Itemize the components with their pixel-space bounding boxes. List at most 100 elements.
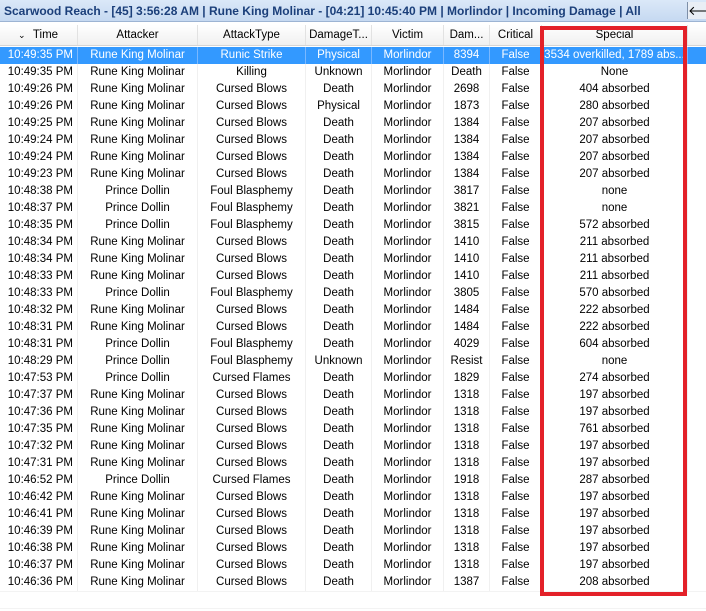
cell-attacker: Prince Dollin	[78, 472, 198, 489]
cell-attacker: Prince Dollin	[78, 353, 198, 370]
column-header-attacker[interactable]: Attacker	[78, 25, 198, 45]
cell-critical: False	[490, 47, 542, 64]
column-header-critical[interactable]: Critical	[490, 25, 542, 45]
cell-time: 10:46:37 PM	[0, 557, 78, 574]
column-header-special[interactable]: Special	[542, 25, 688, 45]
table-row[interactable]: 10:48:33 PM Prince Dollin Foul Blasphemy De…	[0, 285, 706, 302]
table-row[interactable]: 10:49:24 PM Rune King Molinar Cursed Blows…	[0, 132, 706, 149]
table-row[interactable]: 10:46:42 PM Rune King Molinar Cursed Blows…	[0, 489, 706, 506]
table-row[interactable]: 10:48:37 PM Prince Dollin Foul Blasphemy De…	[0, 200, 706, 217]
arrow-left-icon[interactable]: 🡐	[687, 2, 706, 19]
cell-special: none	[542, 183, 688, 200]
table-row[interactable]: 10:49:26 PM Rune King Molinar Cursed Blows…	[0, 98, 706, 115]
column-header-attacktype[interactable]: AttackType	[198, 25, 306, 45]
cell-attacktype: Cursed Blows	[198, 98, 306, 115]
table-row[interactable]: 10:46:38 PM Rune King Molinar Cursed Blows…	[0, 540, 706, 557]
cell-victim: Morlindor	[372, 336, 444, 353]
cell-attacktype: Cursed Blows	[198, 319, 306, 336]
cell-attacker: Rune King Molinar	[78, 387, 198, 404]
table-row[interactable]: 10:46:41 PM Rune King Molinar Cursed Blows…	[0, 506, 706, 523]
cell-time: 10:47:37 PM	[0, 387, 78, 404]
table-row[interactable]: 10:48:34 PM Rune King Molinar Cursed Blows…	[0, 234, 706, 251]
cell-critical: False	[490, 404, 542, 421]
cell-victim: Morlindor	[372, 353, 444, 370]
cell-damage: 1410	[444, 268, 490, 285]
cell-time: 10:48:38 PM	[0, 183, 78, 200]
table-row[interactable]: 10:46:52 PM Prince Dollin Cursed Flames Dea…	[0, 472, 706, 489]
cell-damagetype: Unknown	[306, 353, 372, 370]
table-row[interactable]: 10:48:31 PM Prince Dollin Foul Blasphemy De…	[0, 336, 706, 353]
table-row[interactable]: 10:47:37 PM Rune King Molinar Cursed Blows…	[0, 387, 706, 404]
table-row[interactable]: 10:47:53 PM Prince Dollin Cursed Flames Dea…	[0, 370, 706, 387]
cell-critical: False	[490, 115, 542, 132]
cell-time: 10:49:35 PM	[0, 64, 78, 81]
table-row[interactable]: 10:48:35 PM Prince Dollin Foul Blasphemy De…	[0, 217, 706, 234]
table-row[interactable]: 10:47:31 PM Rune King Molinar Cursed Blows…	[0, 455, 706, 472]
cell-critical: False	[490, 268, 542, 285]
cell-time: 10:46:52 PM	[0, 472, 78, 489]
cell-damagetype: Death	[306, 132, 372, 149]
table-row[interactable]: 10:49:25 PM Rune King Molinar Cursed Blows…	[0, 115, 706, 132]
table-row[interactable]: 10:47:35 PM Rune King Molinar Cursed Blows…	[0, 421, 706, 438]
cell-attacker: Prince Dollin	[78, 217, 198, 234]
table-row[interactable]: 10:49:23 PM Rune King Molinar Cursed Blows…	[0, 166, 706, 183]
cell-time: 10:48:31 PM	[0, 336, 78, 353]
window-title: Scarwood Reach - [45] 3:56:28 AM | Rune …	[4, 4, 641, 18]
table-row[interactable]: 10:48:29 PM Prince Dollin Foul Blasphemy Un…	[0, 353, 706, 370]
table-row[interactable]: 10:49:26 PM Rune King Molinar Cursed Blows…	[0, 81, 706, 98]
table-row[interactable]: 10:47:36 PM Rune King Molinar Cursed Blows…	[0, 404, 706, 421]
cell-attacker: Rune King Molinar	[78, 455, 198, 472]
cell-victim: Morlindor	[372, 387, 444, 404]
cell-special: 197 absorbed	[542, 489, 688, 506]
cell-damage: 1384	[444, 166, 490, 183]
cell-victim: Morlindor	[372, 302, 444, 319]
table-row[interactable]: 10:48:34 PM Rune King Molinar Cursed Blows…	[0, 251, 706, 268]
cell-special: 287 absorbed	[542, 472, 688, 489]
cell-attacker: Rune King Molinar	[78, 540, 198, 557]
cell-attacktype: Cursed Flames	[198, 370, 306, 387]
table-row[interactable]: 10:48:32 PM Rune King Molinar Cursed Blows…	[0, 302, 706, 319]
cell-time: 10:46:42 PM	[0, 489, 78, 506]
cell-victim: Morlindor	[372, 200, 444, 217]
cell-attacker: Rune King Molinar	[78, 268, 198, 285]
cell-victim: Morlindor	[372, 98, 444, 115]
cell-special: 280 absorbed	[542, 98, 688, 115]
cell-critical: False	[490, 319, 542, 336]
table-row[interactable]: 10:46:36 PM Rune King Molinar Cursed Blows…	[0, 574, 706, 591]
cell-attacker: Rune King Molinar	[78, 166, 198, 183]
table-row[interactable]: 10:49:24 PM Rune King Molinar Cursed Blows…	[0, 149, 706, 166]
cell-critical: False	[490, 557, 542, 574]
cell-attacktype: Cursed Blows	[198, 523, 306, 540]
cell-damage: 1387	[444, 574, 490, 591]
column-header-victim[interactable]: Victim	[372, 25, 444, 45]
table-row[interactable]: 10:46:37 PM Rune King Molinar Cursed Blows…	[0, 557, 706, 574]
cell-time: 10:48:31 PM	[0, 319, 78, 336]
table-row[interactable]: 10:48:38 PM Prince Dollin Foul Blasphemy De…	[0, 183, 706, 200]
column-header-damagetype[interactable]: DamageT...	[306, 25, 372, 45]
cell-attacker: Rune King Molinar	[78, 115, 198, 132]
table-row[interactable]: 10:47:32 PM Rune King Molinar Cursed Blows…	[0, 438, 706, 455]
cell-victim: Morlindor	[372, 540, 444, 557]
table-row[interactable]: 10:49:35 PM Rune King Molinar Runic Strike…	[0, 47, 706, 64]
table-row[interactable]: 10:46:39 PM Rune King Molinar Cursed Blows…	[0, 523, 706, 540]
column-header-time[interactable]: ⌄ Time	[0, 25, 78, 45]
cell-attacktype: Foul Blasphemy	[198, 353, 306, 370]
cell-time: 10:47:31 PM	[0, 455, 78, 472]
cell-attacker: Rune King Molinar	[78, 251, 198, 268]
cell-damage: 1829	[444, 370, 490, 387]
cell-attacktype: Cursed Blows	[198, 421, 306, 438]
cell-critical: False	[490, 251, 542, 268]
cell-critical: False	[490, 421, 542, 438]
cell-damagetype: Death	[306, 387, 372, 404]
table-row[interactable]: 10:48:33 PM Rune King Molinar Cursed Blows…	[0, 268, 706, 285]
table-row[interactable]: 10:48:31 PM Rune King Molinar Cursed Blows…	[0, 319, 706, 336]
cell-attacker: Rune King Molinar	[78, 132, 198, 149]
cell-damagetype: Death	[306, 421, 372, 438]
cell-attacker: Rune King Molinar	[78, 557, 198, 574]
cell-damage: 1318	[444, 523, 490, 540]
table-row[interactable]: 10:49:35 PM Rune King Molinar Killing Unkno…	[0, 64, 706, 81]
column-header-damage[interactable]: Dam...	[444, 25, 490, 45]
cell-attacker: Rune King Molinar	[78, 421, 198, 438]
cell-damage: 3805	[444, 285, 490, 302]
cell-critical: False	[490, 132, 542, 149]
